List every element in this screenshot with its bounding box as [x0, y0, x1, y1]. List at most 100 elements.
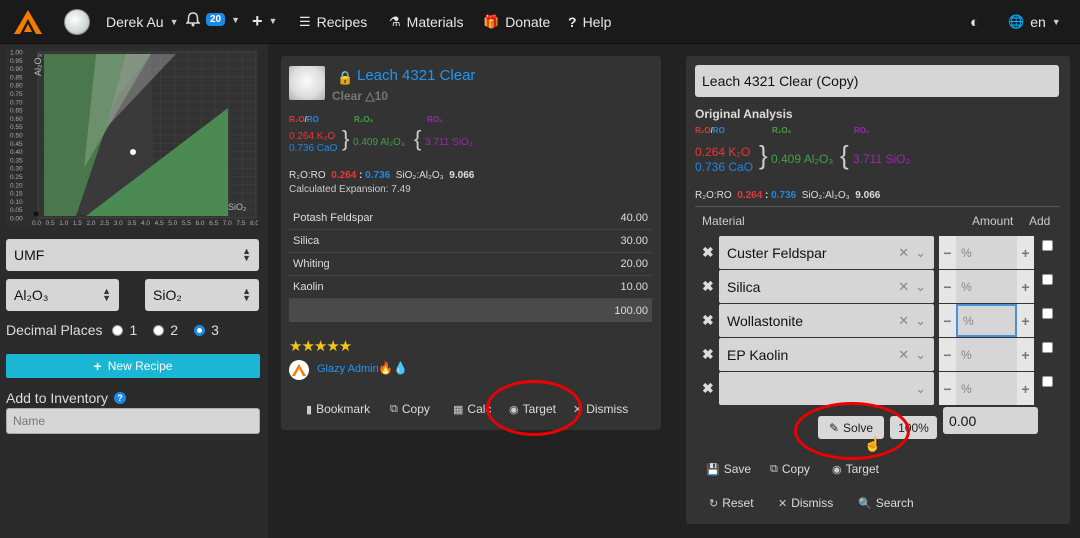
normalize-100-button[interactable]: 100% — [890, 416, 937, 439]
nav-donate[interactable]: 🎁 Donate — [483, 14, 550, 30]
chart-x-tick: 3.5 — [127, 220, 136, 226]
umf-cao: 0.736 CaO — [695, 160, 754, 174]
material-select[interactable]: ⌄ — [719, 372, 934, 405]
umf-k2o: 0.264 K₂O — [289, 131, 336, 142]
editor-target-button[interactable]: ◉ Target — [832, 462, 879, 476]
user-avatar[interactable] — [64, 9, 90, 35]
chart-x-axis-label: SiO₂ — [228, 202, 247, 212]
plus-icon[interactable]: + — [1017, 236, 1034, 269]
chevron-down-icon[interactable]: ⌄ — [915, 347, 926, 363]
minus-icon[interactable]: − — [939, 270, 956, 303]
plus-icon[interactable]: + — [1017, 372, 1034, 405]
chevron-down-icon[interactable]: ⌄ — [915, 313, 926, 329]
author-name[interactable]: Glazy Admin — [317, 363, 379, 375]
nav-materials-label: Materials — [406, 14, 464, 30]
material-select[interactable]: EP Kaolin ✕ ⌄ — [719, 338, 934, 371]
amount-stepper[interactable]: −% + — [939, 236, 1034, 269]
language-menu[interactable]: 🌐 en ▼ — [1008, 14, 1061, 30]
x-oxide-select[interactable]: Al₂O₃ ▲ ▼ — [6, 279, 119, 311]
add-checkbox[interactable] — [1042, 274, 1053, 285]
reset-button[interactable]: ↻ Reset — [709, 496, 754, 510]
editor-copy-button[interactable]: ⧉ Copy — [770, 462, 810, 476]
plus-icon[interactable]: + — [1017, 270, 1034, 303]
y-oxide-select[interactable]: SiO₂ ▲ ▼ — [145, 279, 259, 311]
remove-row-icon[interactable]: ✖ — [702, 346, 714, 363]
chevron-down-icon[interactable]: ⌄ — [915, 279, 926, 295]
theme-toggle[interactable]: ◐ — [970, 14, 979, 31]
editor-dismiss-button[interactable]: ✕ Dismiss — [778, 496, 833, 510]
clear-icon[interactable]: ✕ — [898, 313, 909, 329]
rating-stars[interactable]: ★★★★★ — [289, 337, 352, 355]
add-checkbox[interactable] — [1042, 240, 1053, 251]
target-button[interactable]: ◉ Target — [509, 402, 556, 416]
add-checkbox[interactable] — [1042, 308, 1053, 319]
add-checkbox[interactable] — [1042, 376, 1053, 387]
add-checkbox[interactable] — [1042, 342, 1053, 353]
user-name: Derek Au — [106, 14, 164, 30]
chevron-down-icon[interactable]: ⌄ — [915, 245, 926, 261]
material-name[interactable]: Whiting — [293, 258, 330, 270]
reset-label: Reset — [722, 496, 754, 510]
brace: } — [342, 126, 350, 151]
question-icon: ? — [568, 14, 577, 30]
material-select[interactable]: Silica ✕ ⌄ — [719, 270, 934, 303]
remove-row-icon[interactable]: ✖ — [702, 312, 714, 329]
minus-icon[interactable]: − — [939, 236, 956, 269]
clear-icon[interactable]: ✕ — [898, 279, 909, 295]
clear-icon[interactable]: ✕ — [898, 347, 909, 363]
search-button[interactable]: 🔍 Search — [858, 496, 914, 510]
bookmark-button[interactable]: ▮ Bookmark — [306, 402, 370, 416]
chevron-down-icon[interactable]: ⌄ — [915, 381, 926, 397]
amount-input[interactable]: % — [956, 338, 1017, 371]
umf-chart[interactable]: 1.000.950.900.850.800.750.700.650.600.55… — [6, 48, 258, 226]
amount-stepper[interactable]: −% + — [939, 270, 1034, 303]
amount-input[interactable]: % — [956, 304, 1017, 337]
user-menu[interactable]: Derek Au ▼ — [106, 14, 179, 30]
recipe-title[interactable]: Leach 4321 Clear — [357, 67, 475, 84]
add-menu[interactable]: + ▼ — [252, 12, 277, 30]
save-button[interactable]: 💾 Save — [706, 462, 751, 476]
material-select[interactable]: Custer Feldspar ✕ ⌄ — [719, 236, 934, 269]
nav-materials[interactable]: ⚗ Materials — [389, 14, 463, 30]
amount-stepper[interactable]: −% + — [939, 338, 1034, 371]
nav-recipes[interactable]: ☰ Recipes — [299, 14, 367, 30]
chart-y-tick: 0.35 — [10, 157, 23, 164]
calc-button[interactable]: ▦ Calc — [453, 402, 491, 416]
material-name[interactable]: Silica — [293, 235, 319, 247]
material-select[interactable]: Wollastonite ✕ ⌄ — [719, 304, 934, 337]
amount-input[interactable]: % — [956, 372, 1017, 405]
umf-head-ro2: RO₂ — [854, 126, 870, 135]
decimal-radio-2[interactable] — [153, 324, 165, 336]
glazy-logo-icon[interactable] — [14, 10, 42, 34]
material-name[interactable]: Kaolin — [293, 281, 324, 293]
copy-button[interactable]: ⧉ Copy — [390, 402, 430, 416]
inventory-name-input[interactable]: Name — [6, 408, 260, 434]
amount-input[interactable]: % — [956, 270, 1017, 303]
total-input[interactable]: 0.00 — [943, 407, 1038, 434]
admin-avatar[interactable] — [289, 360, 309, 380]
decimal-radio-1[interactable] — [112, 324, 124, 336]
umf-select[interactable]: UMF ▲ ▼ — [6, 239, 259, 271]
nav-help[interactable]: ? Help — [568, 14, 611, 30]
minus-icon[interactable]: − — [939, 338, 956, 371]
material-name[interactable]: Potash Feldspar — [293, 212, 373, 224]
new-recipe-button[interactable]: + New Recipe — [6, 354, 260, 378]
dismiss-button[interactable]: ✕ Dismiss — [573, 402, 628, 416]
help-circle-icon[interactable]: ? — [113, 392, 126, 404]
minus-icon[interactable]: − — [939, 372, 956, 405]
remove-row-icon[interactable]: ✖ — [702, 278, 714, 295]
remove-row-icon[interactable]: ✖ — [702, 380, 714, 397]
notifications-menu[interactable]: 20 ▼ — [186, 12, 240, 27]
amount-stepper[interactable]: −% + — [939, 304, 1034, 337]
amount-input[interactable]: % — [956, 236, 1017, 269]
minus-icon[interactable]: − — [939, 304, 956, 337]
plus-icon[interactable]: + — [1017, 304, 1034, 337]
decimal-option-2: 2 — [170, 322, 179, 338]
remove-row-icon[interactable]: ✖ — [702, 244, 714, 261]
clear-icon[interactable]: ✕ — [898, 245, 909, 261]
decimal-radio-3[interactable] — [194, 324, 206, 336]
plus-icon[interactable]: + — [1017, 338, 1034, 371]
recipe-name-input[interactable]: Leach 4321 Clear (Copy) — [695, 65, 1059, 97]
recipe-thumbnail[interactable] — [289, 66, 325, 100]
amount-stepper[interactable]: −% + — [939, 372, 1034, 405]
